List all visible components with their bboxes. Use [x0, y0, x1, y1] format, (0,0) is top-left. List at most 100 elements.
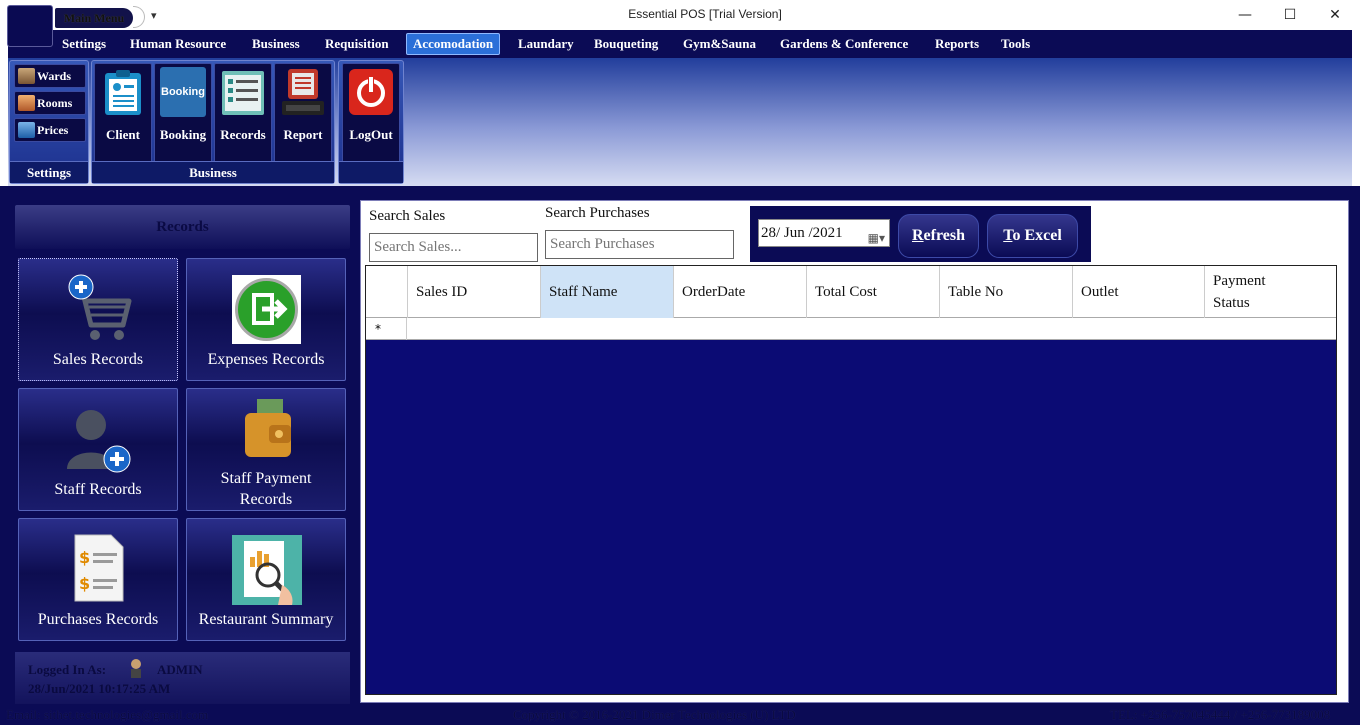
report-magnifier-icon: [232, 535, 302, 605]
restaurant-summary-label: Restaurant Summary: [198, 611, 334, 628]
status-bar: Email: sithet.technologies@gmail.com Cop…: [0, 705, 1360, 725]
minimize-button[interactable]: —: [1230, 4, 1260, 26]
records-data-grid[interactable]: Sales ID Staff Name OrderDate Total Cost…: [365, 265, 1337, 695]
staff-records-label: Staff Records: [54, 481, 142, 498]
report-icon: [280, 67, 326, 117]
ribbon-tab-bar: Settings Human Resource Business Requisi…: [8, 30, 1352, 58]
expenses-records-label: Expenses Records: [207, 351, 325, 368]
column-header-sales-id[interactable]: Sales ID: [407, 266, 540, 318]
calendar-dropdown-icon[interactable]: ▦▾: [868, 225, 885, 251]
date-picker[interactable]: 28/ Jun /2021 ▦▾: [758, 219, 890, 247]
logged-in-panel: Logged In As: ADMIN 28/Jun/2021 10:17:25…: [15, 652, 350, 704]
search-sales-input[interactable]: [369, 233, 538, 262]
purchases-records-label: Purchases Records: [37, 611, 159, 628]
user-icon: [131, 659, 141, 678]
grid-new-row[interactable]: *: [366, 318, 1336, 340]
ribbon-group-business: Client Booking Booking Records Report Bu…: [91, 60, 335, 184]
staff-payment-records-tile[interactable]: Staff Payment Records: [186, 388, 346, 511]
restaurant-summary-tile[interactable]: Restaurant Summary: [186, 518, 346, 641]
prices-label: Prices: [37, 123, 69, 137]
tab-gym-sauna[interactable]: Gym&Sauna: [677, 30, 762, 58]
client-label: Client: [106, 127, 140, 142]
column-header-order-date[interactable]: OrderDate: [673, 266, 806, 318]
tab-human-resource[interactable]: Human Resource: [124, 30, 232, 58]
svg-text:$: $: [79, 548, 90, 567]
tab-accomodation[interactable]: Accomodation: [406, 33, 501, 55]
maximize-button[interactable]: ☐: [1275, 4, 1305, 26]
rooms-icon: [18, 95, 35, 111]
wards-icon: [18, 68, 35, 84]
window-title: Essential POS [Trial Version]: [628, 7, 782, 21]
status-phone: TEL: +256-757045444 / +256-773189008: [1110, 707, 1331, 722]
client-icon: [100, 67, 146, 117]
rooms-label: Rooms: [37, 96, 73, 110]
title-bar: Main Menu ▾ Essential POS [Trial Version…: [0, 0, 1360, 47]
tab-tools[interactable]: Tools: [995, 30, 1036, 58]
payment-status-line2: Status: [1213, 295, 1250, 311]
report-button[interactable]: Report: [274, 63, 332, 163]
invoice-icon: $ $: [74, 534, 124, 602]
rooms-button[interactable]: Rooms: [14, 91, 86, 115]
tab-requisition[interactable]: Requisition: [319, 30, 395, 58]
column-header-table-no[interactable]: Table No: [939, 266, 1072, 318]
wallet-icon: [245, 399, 291, 457]
application-menu-button[interactable]: [7, 5, 53, 47]
prices-icon: [18, 122, 35, 138]
ribbon-group-logout: LogOut: [338, 60, 404, 184]
cart-add-icon: [68, 274, 132, 340]
search-purchases-label: Search Purchases: [545, 205, 650, 221]
status-copyright: Copyright © 2016-2021 Dimer Technologies…: [513, 707, 796, 722]
staff-records-tile[interactable]: Staff Records: [18, 388, 178, 511]
records-icon: [220, 67, 266, 117]
logout-label: LogOut: [349, 127, 393, 142]
client-button[interactable]: Client: [94, 63, 152, 163]
refresh-button[interactable]: Refresh: [898, 214, 979, 258]
records-label: Records: [220, 127, 266, 142]
booking-button[interactable]: Booking Booking: [154, 63, 212, 163]
tab-reports[interactable]: Reports: [929, 30, 985, 58]
column-header-total-cost[interactable]: Total Cost: [806, 266, 939, 318]
grid-header-row: Sales ID Staff Name OrderDate Total Cost…: [366, 266, 1336, 318]
svg-text:$: $: [79, 574, 90, 593]
column-header-staff-name[interactable]: Staff Name: [540, 266, 673, 318]
report-label: Report: [283, 127, 323, 142]
sales-records-tile[interactable]: Sales Records: [18, 258, 178, 381]
ribbon-group-settings-label: Settings: [10, 161, 88, 183]
tab-bouqueting[interactable]: Bouqueting: [588, 30, 664, 58]
power-icon: [348, 67, 394, 117]
search-sales-label: Search Sales: [369, 208, 446, 224]
wards-button[interactable]: Wards: [14, 64, 86, 88]
purchases-records-tile[interactable]: $ $ Purchases Records: [18, 518, 178, 641]
logged-in-label: Logged In As:: [28, 662, 107, 677]
login-timestamp: 28/Jun/2021 10:17:25 AM: [28, 681, 171, 696]
expenses-records-tile[interactable]: Expenses Records: [186, 258, 346, 381]
column-header-payment-status[interactable]: Payment Status: [1204, 266, 1336, 318]
sales-records-label: Sales Records: [52, 351, 144, 368]
row-header-corner: [366, 266, 407, 318]
prices-button[interactable]: Prices: [14, 118, 86, 142]
logout-button[interactable]: LogOut: [342, 63, 400, 163]
records-panel-header: Records: [15, 205, 350, 249]
search-purchases-input[interactable]: [545, 230, 734, 259]
refresh-mnemonic: R: [911, 227, 924, 244]
records-button[interactable]: Records: [214, 63, 272, 163]
close-button[interactable]: ✕: [1320, 4, 1350, 26]
refresh-label: efresh: [923, 227, 966, 244]
ribbon-panel: Wards Rooms Prices Settings Client Booki…: [8, 58, 1352, 186]
booking-icon: Booking: [160, 67, 206, 117]
status-email: Email: sithet.technologies@gmail.com: [6, 707, 209, 722]
tab-business[interactable]: Business: [246, 30, 306, 58]
logged-in-user: ADMIN: [157, 662, 203, 677]
ribbon-group-business-label: Business: [92, 161, 334, 183]
payment-status-line1: Payment: [1213, 273, 1266, 289]
new-row-marker: *: [366, 318, 407, 340]
exit-icon: [232, 275, 301, 344]
tab-laundary[interactable]: Laundary: [512, 30, 580, 58]
to-excel-button[interactable]: To Excel: [987, 214, 1078, 258]
ribbon-group-logout-label: [339, 161, 403, 183]
column-header-outlet[interactable]: Outlet: [1072, 266, 1204, 318]
date-picker-value: 28/ Jun /2021: [761, 225, 843, 241]
wards-label: Wards: [37, 69, 72, 83]
tab-gardens-conference[interactable]: Gardens & Conference: [774, 30, 914, 58]
tab-settings[interactable]: Settings: [56, 30, 112, 58]
